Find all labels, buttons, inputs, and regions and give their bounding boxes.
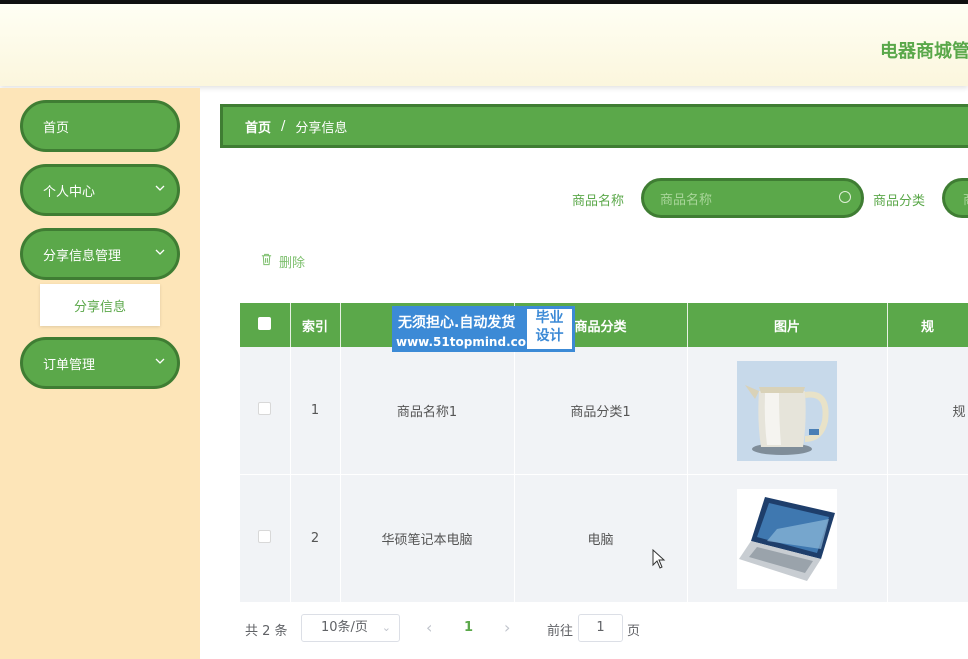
share-info-table: 索引 商品名称 商品分类 图片 规 1 商品名称1 商品分类1 (240, 303, 968, 603)
sidebar-subitem-share-info[interactable]: 分享信息 (40, 284, 160, 326)
select-all-cell[interactable] (240, 303, 291, 347)
row-index: 2 (290, 474, 341, 603)
row-spec: 规 (887, 347, 968, 475)
row-spec (887, 474, 968, 603)
sidebar-item-label: 订单管理 (43, 357, 96, 373)
mouse-cursor-icon (652, 549, 666, 569)
chevron-down-icon (155, 355, 165, 369)
laptop-image (737, 488, 837, 589)
app-header: 电器商城管 (0, 4, 968, 86)
breadcrumb-separator: / (281, 118, 286, 134)
app-title: 电器商城管 (880, 41, 968, 62)
product-category-input[interactable]: 商 (942, 178, 968, 218)
column-header-image: 图片 (687, 303, 888, 347)
sidebar-subitem-label: 分享信息 (73, 299, 126, 315)
sidebar-item-order-management[interactable]: 订单管理 (20, 337, 180, 389)
sidebar-item-label: 个人中心 (43, 184, 96, 200)
prev-page-icon[interactable]: ‹ (426, 618, 432, 637)
product-name-placeholder: 商品名称 (660, 192, 713, 208)
page-size-value: 10条/页 (321, 620, 368, 635)
page-number-current[interactable]: 1 (464, 620, 473, 635)
next-page-icon[interactable]: › (504, 618, 510, 637)
sidebar-item-label: 分享信息管理 (43, 248, 122, 264)
kettle-image (737, 360, 837, 461)
goto-page-input[interactable]: 1 (578, 614, 623, 642)
goto-suffix: 页 (627, 624, 641, 639)
trash-icon (260, 253, 273, 270)
product-name-label: 商品名称 (572, 194, 625, 209)
goto-prefix: 前往 (547, 624, 574, 639)
select-all-checkbox[interactable] (258, 316, 272, 330)
breadcrumb: 首页 / 分享信息 (220, 104, 968, 148)
table-row: 1 商品名称1 商品分类1 规 (240, 347, 968, 475)
row-checkbox[interactable] (258, 402, 272, 415)
row-product-name: 商品名称1 (340, 347, 515, 475)
chevron-down-icon (155, 182, 165, 196)
chevron-down-icon (155, 246, 165, 260)
sidebar-item-label: 首页 (43, 120, 70, 136)
product-category-placeholder: 商 (963, 189, 968, 208)
sidebar-item-share-management[interactable]: 分享信息管理 (20, 228, 180, 280)
row-index: 1 (290, 347, 341, 475)
watermark-banner: 无须担心.自动发货 www.51topmind.com 毕业 设计 (392, 306, 575, 352)
pagination-total: 共 2 条 (245, 624, 288, 639)
breadcrumb-current: 分享信息 (295, 120, 348, 136)
delete-button[interactable]: 删除 (260, 252, 305, 271)
row-image-cell (687, 347, 888, 475)
watermark-line1: 无须担心.自动发货 (398, 315, 516, 331)
row-product-category: 商品分类1 (514, 347, 688, 475)
row-product-name: 华硕笔记本电脑 (340, 474, 515, 603)
watermark-badge-line1: 毕业 (535, 310, 564, 326)
table-header-row: 索引 商品名称 商品分类 图片 规 (240, 303, 968, 347)
row-checkbox[interactable] (258, 530, 272, 543)
column-header-spec: 规 (887, 303, 968, 347)
breadcrumb-home[interactable]: 首页 (245, 117, 271, 136)
delete-button-label: 删除 (279, 256, 306, 271)
row-product-category: 电脑 (514, 474, 688, 603)
chevron-down-icon: ⌄ (381, 621, 391, 634)
product-name-input[interactable]: 商品名称 (641, 178, 864, 218)
watermark-badge: 毕业 设计 (527, 309, 572, 349)
watermark-line2: www.51topmind.com (396, 335, 539, 349)
sidebar-item-home[interactable]: 首页 (20, 100, 180, 152)
table-row: 2 华硕笔记本电脑 电脑 (240, 474, 968, 603)
sidebar-item-personal-center[interactable]: 个人中心 (20, 164, 180, 216)
watermark-badge-line2: 设计 (535, 328, 564, 344)
input-clear-icon (839, 191, 851, 203)
page-size-select[interactable]: 10条/页 ⌄ (301, 614, 400, 642)
column-header-index: 索引 (290, 303, 341, 347)
product-category-label: 商品分类 (873, 194, 926, 209)
row-image-cell (687, 474, 888, 603)
